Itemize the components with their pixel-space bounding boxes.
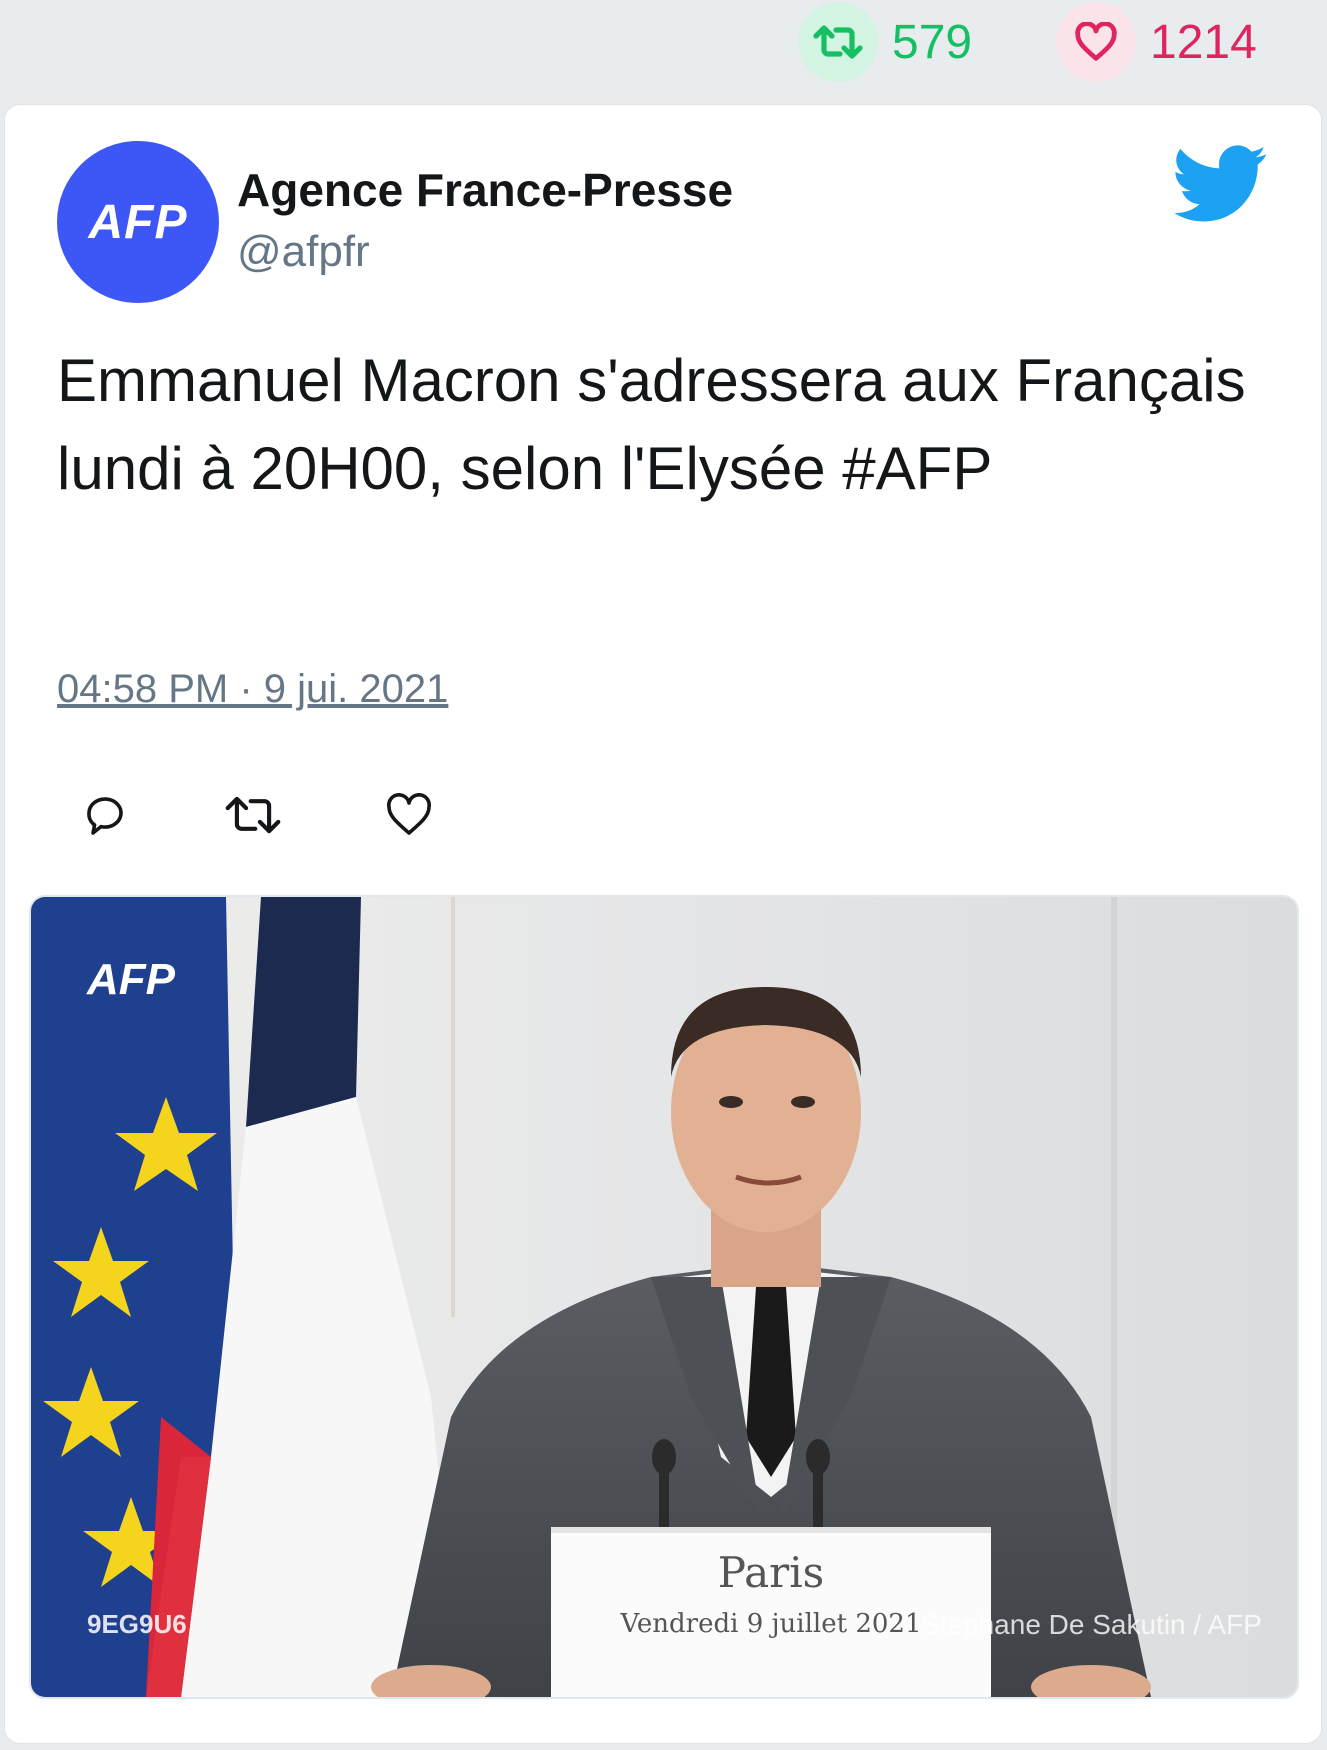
photo-watermark-brand: AFP — [87, 955, 175, 1004]
author-name[interactable]: Agence France-Presse — [237, 163, 733, 217]
reply-button[interactable] — [75, 785, 135, 845]
retweet-button[interactable] — [223, 785, 283, 845]
heart-icon — [1056, 2, 1136, 82]
like-count-value: 1214 — [1150, 15, 1257, 69]
tweet-text: Emmanuel Macron s'adressera aux Français… — [57, 347, 1246, 502]
avatar-text: AFP — [88, 195, 188, 249]
tweet-timestamp[interactable]: 04:58 PM · 9 jui. 2021 — [57, 667, 448, 712]
tweet-photo[interactable]: Paris Vendredi 9 juillet 2021 AFP 9EG9U6… — [29, 895, 1299, 1699]
engagement-bar: 579 1214 — [0, 0, 1327, 100]
podium-city: Paris — [718, 1548, 824, 1597]
retweet-count[interactable]: 579 — [798, 2, 973, 82]
author-handle[interactable]: @afpfr — [237, 227, 370, 277]
photo-macron-speech: Paris Vendredi 9 juillet 2021 — [31, 897, 1297, 1697]
reply-icon — [87, 797, 123, 835]
podium-date: Vendredi 9 juillet 2021 — [619, 1609, 921, 1639]
photo-credit: Stephane De Sakutin / AFP — [921, 1609, 1262, 1640]
retweet-icon — [798, 2, 878, 82]
photo-id: 9EG9U6 — [87, 1609, 187, 1639]
like-button[interactable] — [379, 785, 439, 845]
like-count[interactable]: 1214 — [1056, 2, 1257, 82]
retweet-count-value: 579 — [892, 15, 973, 69]
retweet-icon — [225, 796, 281, 834]
avatar[interactable]: AFP — [57, 141, 219, 303]
tweet-card: AFP Agence France-Presse @afpfr Emmanuel… — [4, 104, 1322, 1744]
heart-icon — [387, 793, 431, 835]
twitter-bird-icon[interactable] — [1173, 145, 1269, 228]
